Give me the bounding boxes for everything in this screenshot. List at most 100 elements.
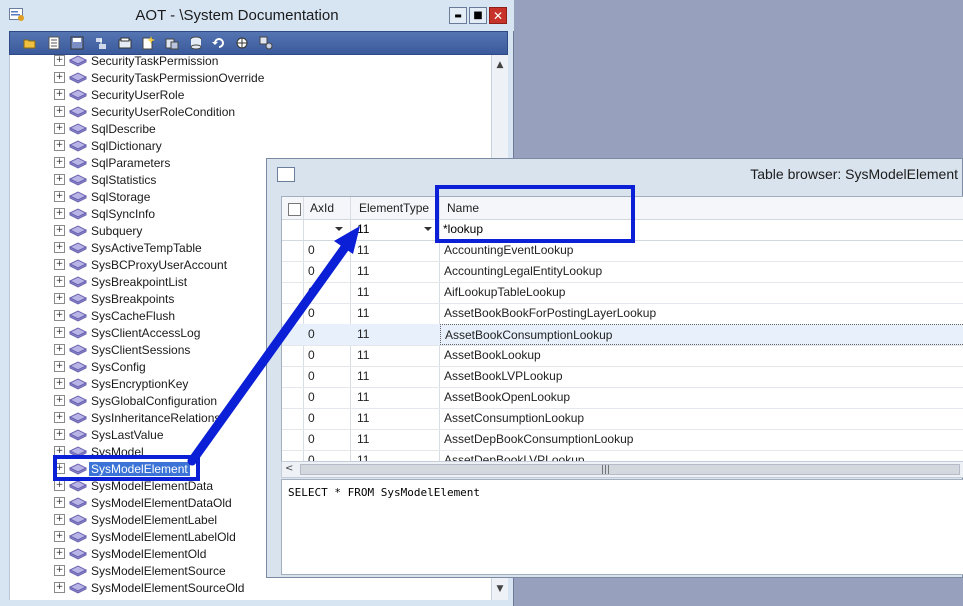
tree-item[interactable]: + SecurityUserRoleCondition [10, 104, 490, 121]
table-node-icon [69, 514, 87, 526]
table-node-icon [69, 531, 87, 543]
table-row[interactable]: 0 11 AssetBookLVPLookup [282, 366, 963, 388]
selected-node-highlight-box [53, 455, 200, 481]
expand-icon[interactable]: + [54, 276, 65, 287]
table-node-icon [69, 548, 87, 560]
expand-icon[interactable]: + [54, 344, 65, 355]
aot-titlebar[interactable]: AOT - \System Documentation ▬ ■ ✕ [0, 0, 514, 31]
tree-item[interactable]: + SysModelElementSourceOld [10, 580, 490, 597]
table-node-icon [69, 208, 87, 220]
sql-query-pane[interactable]: SELECT * FROM SysModelElement [281, 479, 963, 575]
tree-item-label: SysModelElementSourceOld [91, 581, 245, 595]
expand-icon[interactable]: + [54, 157, 65, 168]
save-icon[interactable] [70, 36, 84, 50]
settings-icon[interactable] [259, 36, 273, 50]
table-row[interactable]: 0 11 AccountingLegalEntityLookup [282, 261, 963, 283]
expand-icon[interactable]: + [54, 395, 65, 406]
expand-icon[interactable]: + [54, 531, 65, 542]
tree-item-label: SysInheritanceRelations [91, 411, 221, 425]
table-node-icon [69, 412, 87, 424]
expand-icon[interactable]: + [54, 361, 65, 372]
expand-icon[interactable]: + [54, 429, 65, 440]
expand-icon[interactable]: + [54, 242, 65, 253]
cell-axid: 0 [308, 327, 315, 341]
expand-icon[interactable]: + [54, 514, 65, 525]
minimize-button[interactable]: ▬ [449, 7, 467, 24]
expand-icon[interactable]: + [54, 293, 65, 304]
cell-axid: 0 [308, 243, 315, 257]
undo-icon[interactable] [212, 36, 226, 50]
tree-item-label: SysModelElementLabelOld [91, 530, 236, 544]
expand-icon[interactable]: + [54, 327, 65, 338]
table-node-icon [69, 582, 87, 594]
tree-item-label: SecurityUserRole [91, 88, 185, 102]
table-row[interactable]: 0 11 AssetBookBookForPostingLayerLookup [282, 303, 963, 325]
select-all-checkbox[interactable] [288, 203, 301, 216]
expand-icon[interactable]: + [54, 55, 65, 66]
column-header-axid[interactable]: AxId [310, 197, 334, 219]
export-icon[interactable] [118, 36, 132, 50]
table-row[interactable]: 0 11 AccountingEventLookup [282, 240, 963, 262]
cell-name: AssetBookLookup [444, 348, 541, 362]
expand-icon[interactable]: + [54, 497, 65, 508]
cell-name: AssetDepBookConsumptionLookup [444, 432, 634, 446]
table-row[interactable]: 0 11 AssetDepBookConsumptionLookup [282, 429, 963, 451]
expand-icon[interactable]: + [54, 89, 65, 100]
cell-axid: 0 [308, 285, 315, 299]
expand-icon[interactable]: + [54, 72, 65, 83]
table-row[interactable]: 0 11 AssetBookOpenLookup [282, 387, 963, 409]
import-icon[interactable] [94, 36, 108, 50]
cell-name: AccountingEventLookup [444, 243, 574, 257]
expand-icon[interactable]: + [54, 140, 65, 151]
chevron-down-icon[interactable] [335, 227, 343, 231]
expand-icon[interactable]: + [54, 412, 65, 423]
expand-icon[interactable]: + [54, 310, 65, 321]
tree-item[interactable]: + SqlDescribe [10, 121, 490, 138]
tree-item-label: SysModelElementLabel [91, 513, 218, 527]
compile-icon[interactable] [165, 36, 179, 50]
new-icon[interactable] [141, 36, 155, 50]
expand-icon[interactable]: + [54, 480, 65, 491]
table-node-icon [69, 55, 87, 67]
expand-icon[interactable]: + [54, 378, 65, 389]
restore-icon[interactable] [189, 36, 203, 50]
expand-icon[interactable]: + [54, 191, 65, 202]
tree-item[interactable]: + SqlDictionary [10, 138, 490, 155]
find-icon[interactable] [235, 36, 249, 50]
filter-elementtype[interactable]: 11 [357, 219, 369, 240]
expand-icon[interactable]: + [54, 123, 65, 134]
table-node-icon [69, 157, 87, 169]
column-header-elementtype[interactable]: ElementType [359, 197, 429, 219]
open-icon[interactable] [23, 36, 37, 50]
tree-item[interactable]: + SecurityTaskPermission [10, 55, 490, 70]
scroll-up-icon[interactable]: ▲ [492, 57, 508, 74]
scroll-thumb[interactable]: ||| [300, 464, 960, 475]
close-button[interactable]: ✕ [489, 7, 507, 24]
table-row[interactable]: 0 11 AssetBookConsumptionLookup [282, 324, 963, 346]
expand-icon[interactable]: + [54, 208, 65, 219]
tree-item[interactable]: + SecurityUserRole [10, 87, 490, 104]
table-row[interactable]: 0 11 AifLookupTableLookup [282, 282, 963, 304]
table-row[interactable]: 0 11 AssetConsumptionLookup [282, 408, 963, 430]
properties-icon[interactable] [47, 36, 61, 50]
expand-icon[interactable]: + [54, 225, 65, 236]
tree-item-label: SqlSyncInfo [91, 207, 156, 221]
grid-horizontal-scrollbar[interactable]: < ||| [281, 461, 963, 478]
tree-item-label: SysConfig [91, 360, 146, 374]
tree-item[interactable]: + SecurityTaskPermissionOverride [10, 70, 490, 87]
expand-icon[interactable]: + [54, 174, 65, 185]
maximize-button[interactable]: ■ [469, 7, 487, 24]
scroll-down-icon[interactable]: ▼ [492, 581, 508, 598]
expand-icon[interactable]: + [54, 548, 65, 559]
expand-icon[interactable]: + [54, 565, 65, 576]
table-node-icon [69, 497, 87, 509]
expand-icon[interactable]: + [54, 259, 65, 270]
filter-axid[interactable] [304, 219, 350, 240]
expand-icon[interactable]: + [54, 582, 65, 593]
table-row[interactable]: 0 11 AssetBookLookup [282, 345, 963, 367]
scroll-left-icon[interactable]: < [285, 463, 293, 474]
aot-toolbar [9, 31, 508, 55]
cell-elementtype: 11 [357, 306, 370, 320]
expand-icon[interactable]: + [54, 106, 65, 117]
chevron-down-icon[interactable] [424, 227, 432, 231]
